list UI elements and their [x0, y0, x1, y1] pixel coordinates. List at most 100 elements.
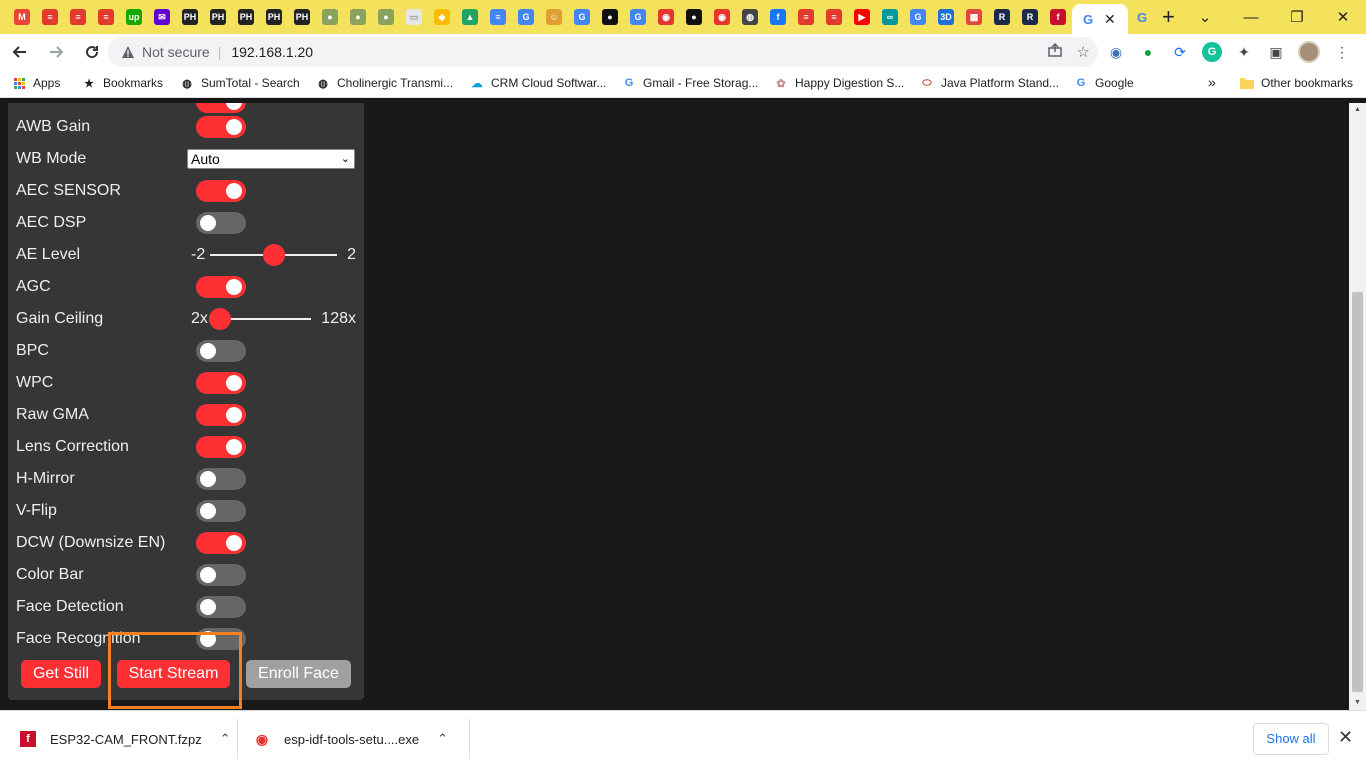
url-text[interactable]: 192.168.1.20 — [231, 44, 313, 60]
setting-toggle[interactable] — [196, 116, 246, 138]
download-caret-icon[interactable]: ⌃ — [220, 731, 231, 747]
download-caret-icon[interactable]: ⌃ — [437, 731, 448, 747]
scroll-up-arrow-icon[interactable]: ▲ — [1349, 103, 1366, 117]
back-button[interactable] — [4, 36, 36, 68]
evernote-extension-icon[interactable]: ● — [1138, 42, 1158, 62]
pinned-tab[interactable]: ● — [596, 0, 624, 34]
setting-toggle[interactable] — [196, 436, 246, 458]
pinned-tab[interactable]: PH — [260, 0, 288, 34]
tab-search-icon[interactable]: ⌄ — [1182, 0, 1228, 34]
warning-triangle-icon[interactable] — [120, 44, 136, 60]
setting-toggle[interactable] — [196, 564, 246, 586]
setting-toggle[interactable] — [196, 500, 246, 522]
setting-toggle[interactable] — [196, 372, 246, 394]
pinned-tab[interactable]: ◍ — [736, 0, 764, 34]
bookmark-bookmarks[interactable]: ★ Bookmarks — [82, 76, 163, 90]
download-item[interactable]: f ESP32-CAM_FRONT.fzpz ⌃ — [20, 711, 231, 767]
pinned-tab[interactable]: ▶ — [848, 0, 876, 34]
pinned-tab[interactable]: ▦ — [960, 0, 988, 34]
pinned-tab[interactable]: ≡ — [64, 0, 92, 34]
pinned-tab[interactable]: G — [512, 0, 540, 34]
pinned-tab[interactable]: ● — [344, 0, 372, 34]
setting-toggle[interactable] — [196, 180, 246, 202]
pinned-tab[interactable]: PH — [204, 0, 232, 34]
security-status[interactable]: Not secure — [142, 44, 210, 60]
bookmark-crm[interactable]: ☁ CRM Cloud Softwar... — [470, 76, 607, 90]
setting-toggle[interactable] — [196, 468, 246, 490]
pinned-tab[interactable]: R — [988, 0, 1016, 34]
pinned-tab[interactable]: ▭ — [400, 0, 428, 34]
pinned-tab[interactable]: ≡ — [484, 0, 512, 34]
pinned-tab[interactable]: 3D — [932, 0, 960, 34]
scrollbar-thumb[interactable] — [1352, 292, 1363, 692]
pinned-tab[interactable]: ● — [372, 0, 400, 34]
setting-toggle[interactable] — [196, 212, 246, 234]
sync-extension-icon[interactable]: ⟳ — [1170, 42, 1190, 62]
pinned-tab[interactable]: ≡ — [820, 0, 848, 34]
bookmark-happy-digestion[interactable]: ✿ Happy Digestion S... — [774, 76, 904, 90]
pinned-tab[interactable]: ● — [316, 0, 344, 34]
pinned-tab[interactable]: PH — [288, 0, 316, 34]
setting-toggle[interactable] — [196, 276, 246, 298]
bookmark-star-icon[interactable]: ☆ — [1077, 43, 1090, 61]
address-bar[interactable]: Not secure | 192.168.1.20 ☆ — [108, 37, 1098, 67]
pinned-tab[interactable]: G — [1128, 0, 1156, 34]
page-scrollbar[interactable]: ▲ ▼ — [1349, 103, 1366, 710]
eye-extension-icon[interactable]: ◉ — [1106, 42, 1126, 62]
pinned-tab[interactable]: up — [120, 0, 148, 34]
pinned-tab[interactable]: R — [1016, 0, 1044, 34]
download-item[interactable]: ◉ esp-idf-tools-setu....exe ⌃ — [254, 711, 448, 767]
bookmark-java[interactable]: ⬭ Java Platform Stand... — [920, 76, 1059, 90]
pinned-tab[interactable]: ≡ — [36, 0, 64, 34]
slider-track[interactable] — [220, 318, 311, 320]
restore-icon[interactable]: ❐ — [1274, 0, 1320, 34]
pinned-tab[interactable]: M — [8, 0, 36, 34]
pinned-tab[interactable]: f — [764, 0, 792, 34]
pinned-tab[interactable]: G — [568, 0, 596, 34]
enroll-face-button[interactable]: Enroll Face — [246, 660, 351, 688]
pinned-tab[interactable]: f — [1044, 0, 1072, 34]
setting-toggle[interactable] — [196, 596, 246, 618]
pinned-tab[interactable]: ∞ — [876, 0, 904, 34]
get-still-button[interactable]: Get Still — [21, 660, 101, 688]
wb-mode-select[interactable]: Auto ⌄ — [187, 149, 355, 169]
pinned-tab[interactable]: ✉ — [148, 0, 176, 34]
other-bookmarks[interactable]: Other bookmarks — [1240, 76, 1353, 90]
setting-toggle[interactable] — [196, 340, 246, 362]
pinned-tab[interactable]: ◆ — [428, 0, 456, 34]
menu-kebab-icon[interactable]: ⋮ — [1332, 42, 1352, 62]
slider-thumb[interactable] — [262, 244, 285, 266]
close-window-icon[interactable]: ✕ — [1320, 0, 1366, 34]
bookmark-cholinergic[interactable]: ◍ Cholinergic Transmi... — [316, 76, 453, 90]
pinned-tab[interactable]: ≡ — [792, 0, 820, 34]
pinned-tab[interactable]: ≡ — [92, 0, 120, 34]
pinned-tab[interactable]: ☺ — [540, 0, 568, 34]
bookmark-gmail[interactable]: G Gmail - Free Storag... — [622, 76, 759, 90]
forward-button[interactable] — [40, 36, 72, 68]
scroll-down-arrow-icon[interactable]: ▼ — [1349, 696, 1366, 710]
pinned-tab[interactable]: ▲ — [456, 0, 484, 34]
pinned-tab[interactable]: ● — [680, 0, 708, 34]
setting-toggle[interactable] — [196, 404, 246, 426]
profile-avatar[interactable] — [1298, 41, 1320, 63]
share-icon[interactable] — [1047, 42, 1063, 62]
pinned-tab[interactable]: PH — [176, 0, 204, 34]
setting-toggle[interactable] — [196, 532, 246, 554]
reload-button[interactable] — [76, 36, 108, 68]
bookmark-apps[interactable]: Apps — [12, 76, 60, 90]
minimize-icon[interactable]: — — [1228, 0, 1274, 34]
show-all-downloads-button[interactable]: Show all — [1253, 723, 1329, 755]
pinned-tab[interactable]: G — [904, 0, 932, 34]
grammarly-extension-icon[interactable]: G — [1202, 42, 1222, 62]
puzzle-extensions-icon[interactable]: ✦ — [1234, 42, 1254, 62]
new-tab-button[interactable]: + — [1162, 4, 1175, 30]
close-tab-icon[interactable]: ✕ — [1104, 11, 1116, 28]
active-tab[interactable]: G ✕ — [1072, 4, 1128, 34]
slider-thumb[interactable] — [209, 308, 231, 330]
pinned-tab[interactable]: PH — [232, 0, 260, 34]
bookmarks-overflow-chevron-icon[interactable]: » — [1208, 74, 1216, 90]
pinned-tab[interactable]: ◉ — [708, 0, 736, 34]
close-shelf-icon[interactable]: ✕ — [1338, 727, 1353, 748]
bookmark-sumtotal[interactable]: ◍ SumTotal - Search — [180, 76, 300, 90]
pinned-tab[interactable]: G — [624, 0, 652, 34]
